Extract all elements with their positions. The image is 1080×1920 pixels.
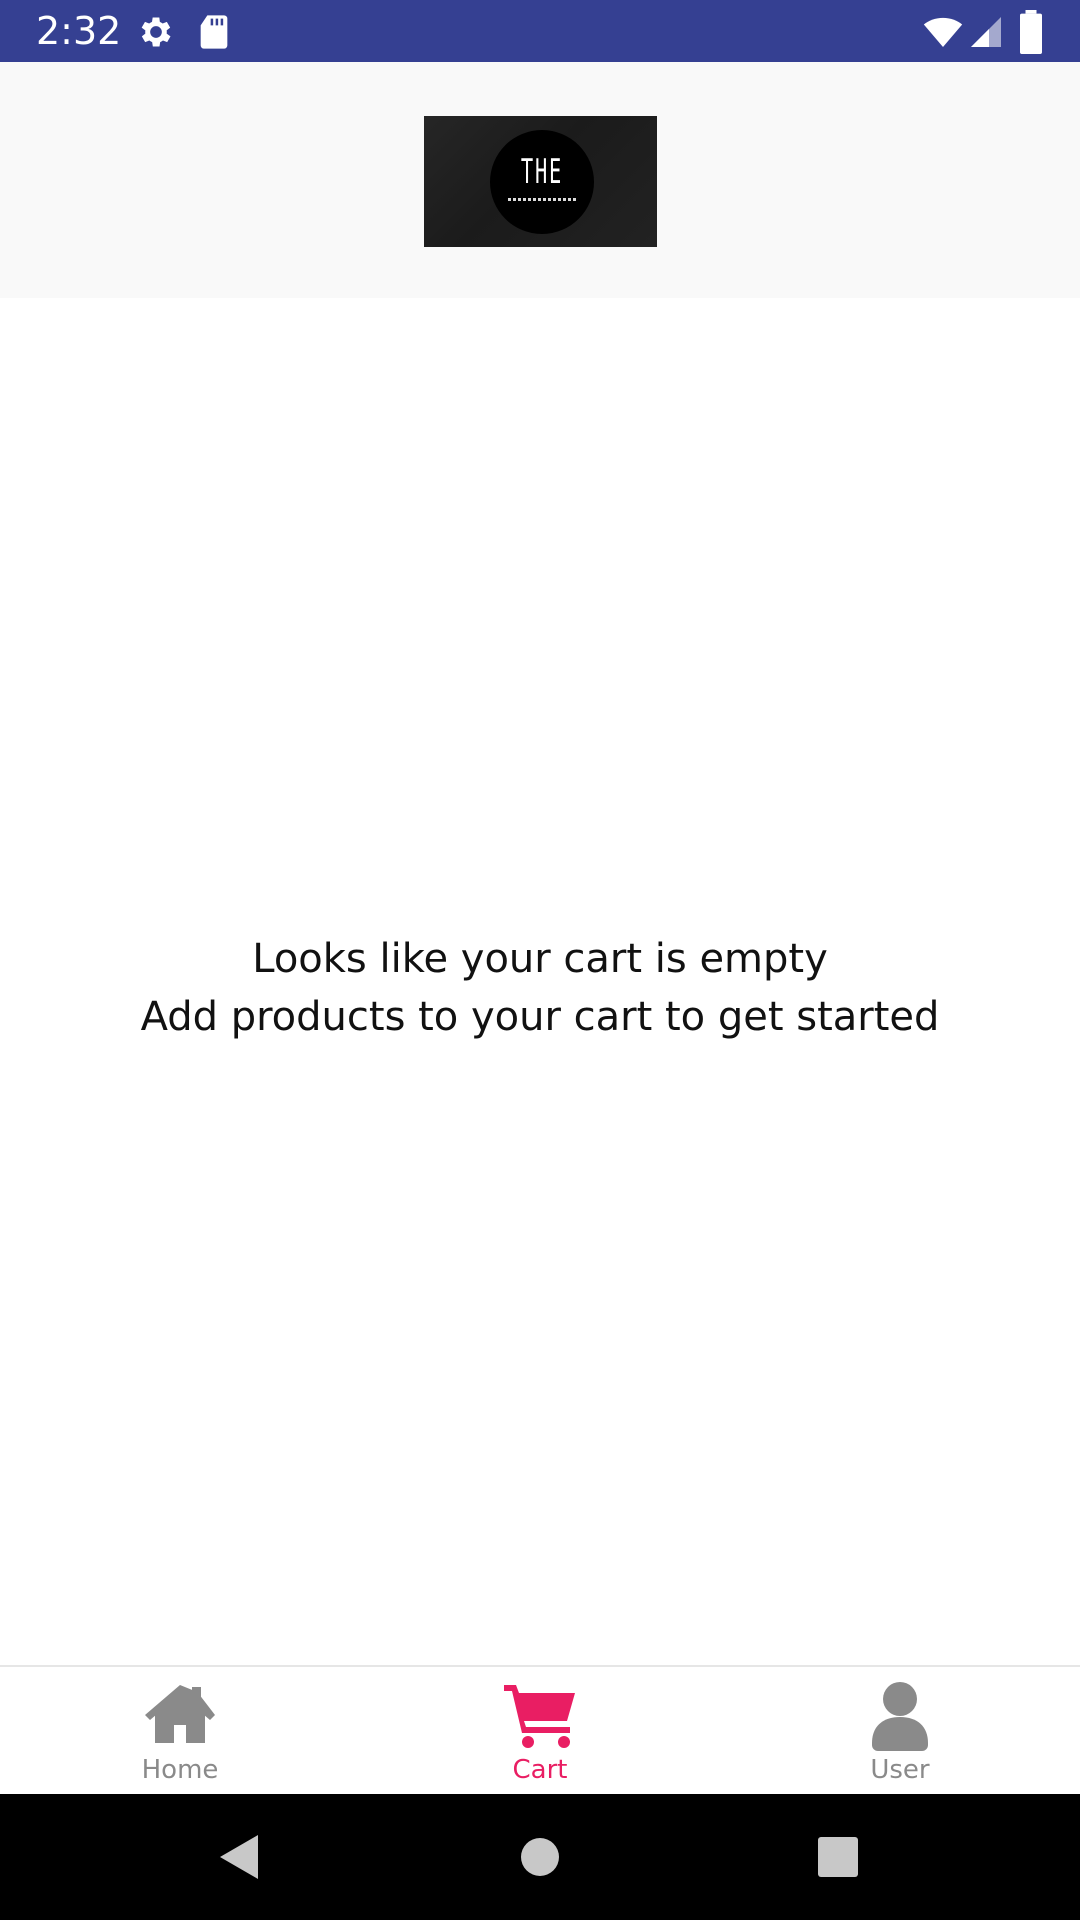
home-icon (145, 1685, 215, 1743)
home-circle-icon[interactable] (510, 1827, 570, 1887)
system-navigation-bar (0, 1794, 1080, 1920)
wifi-icon (923, 17, 963, 47)
cart-icon (504, 1685, 575, 1748)
back-icon[interactable] (210, 1827, 270, 1887)
logo-tagline (508, 198, 576, 201)
nav-label-home: Home (141, 1755, 219, 1785)
status-time: 2:32 (36, 9, 122, 53)
nav-label-cart: Cart (512, 1755, 568, 1785)
gear-icon (141, 17, 171, 47)
app-header: THE (0, 62, 1080, 298)
signal-icon (971, 17, 1001, 47)
nav-item-cart[interactable]: Cart (360, 1667, 720, 1794)
bottom-navigation: Home Cart User (0, 1665, 1080, 1794)
nav-item-home[interactable]: Home (0, 1667, 360, 1794)
nav-item-user[interactable]: User (720, 1667, 1080, 1794)
empty-cart-title: Looks like your cart is empty (252, 936, 828, 982)
recents-icon[interactable] (808, 1827, 868, 1887)
status-bar: 2:32 (0, 0, 1080, 62)
logo-text: THE (520, 152, 564, 192)
user-icon (872, 1682, 928, 1751)
sd-card-icon (200, 15, 228, 49)
empty-cart-subtitle: Add products to your cart to get started (140, 994, 940, 1040)
nav-label-user: User (870, 1755, 930, 1785)
brand-logo[interactable]: THE (424, 116, 657, 247)
battery-icon (1020, 10, 1042, 54)
logo-circle: THE (490, 130, 594, 234)
cart-content: Looks like your cart is empty Add produc… (0, 298, 1080, 1665)
empty-cart-message: Looks like your cart is empty Add produc… (0, 930, 1080, 1046)
